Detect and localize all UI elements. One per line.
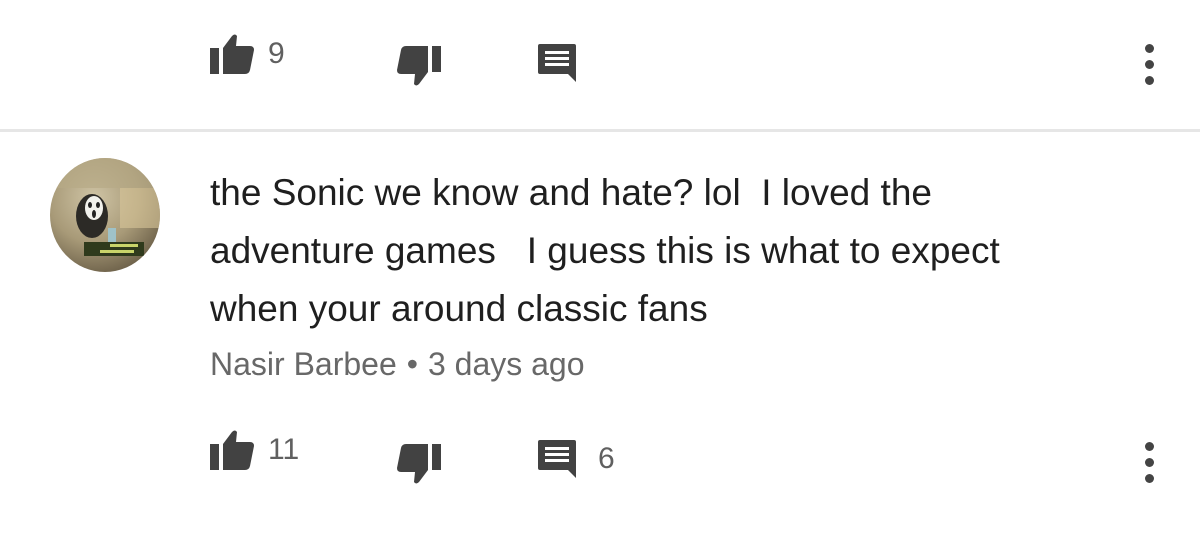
reply-button[interactable]: 6 <box>538 440 615 478</box>
comment-text: the Sonic we know and hate? lol I loved … <box>210 172 1000 329</box>
avatar[interactable] <box>50 158 160 272</box>
more-vertical-icon <box>1144 43 1154 53</box>
thumbs-down-icon <box>397 46 441 86</box>
thumbs-up-icon <box>210 34 254 74</box>
meta-separator: • <box>406 346 418 382</box>
like-button[interactable]: 11 <box>210 430 299 470</box>
like-count: 11 <box>268 433 300 466</box>
reply-button-top[interactable] <box>538 44 576 82</box>
reply-count: 6 <box>598 442 615 475</box>
like-button-top[interactable]: 9 <box>210 34 285 74</box>
dislike-button-top[interactable] <box>397 46 441 86</box>
comment-icon <box>538 44 576 82</box>
more-options-button-top[interactable] <box>1139 40 1159 88</box>
thumbs-down-icon <box>397 444 441 484</box>
comment-icon <box>538 440 576 478</box>
author-name[interactable]: Nasir Barbee <box>210 346 397 382</box>
more-vertical-icon <box>1144 441 1154 451</box>
avatar-image <box>50 158 160 256</box>
comment-divider <box>0 129 1200 132</box>
comment-meta: Nasir Barbee • 3 days ago <box>210 344 585 384</box>
more-options-button[interactable] <box>1139 438 1159 486</box>
like-count: 9 <box>268 37 285 70</box>
thumbs-up-icon <box>210 430 254 470</box>
timestamp[interactable]: 3 days ago <box>428 346 585 382</box>
dislike-button[interactable] <box>397 444 441 484</box>
